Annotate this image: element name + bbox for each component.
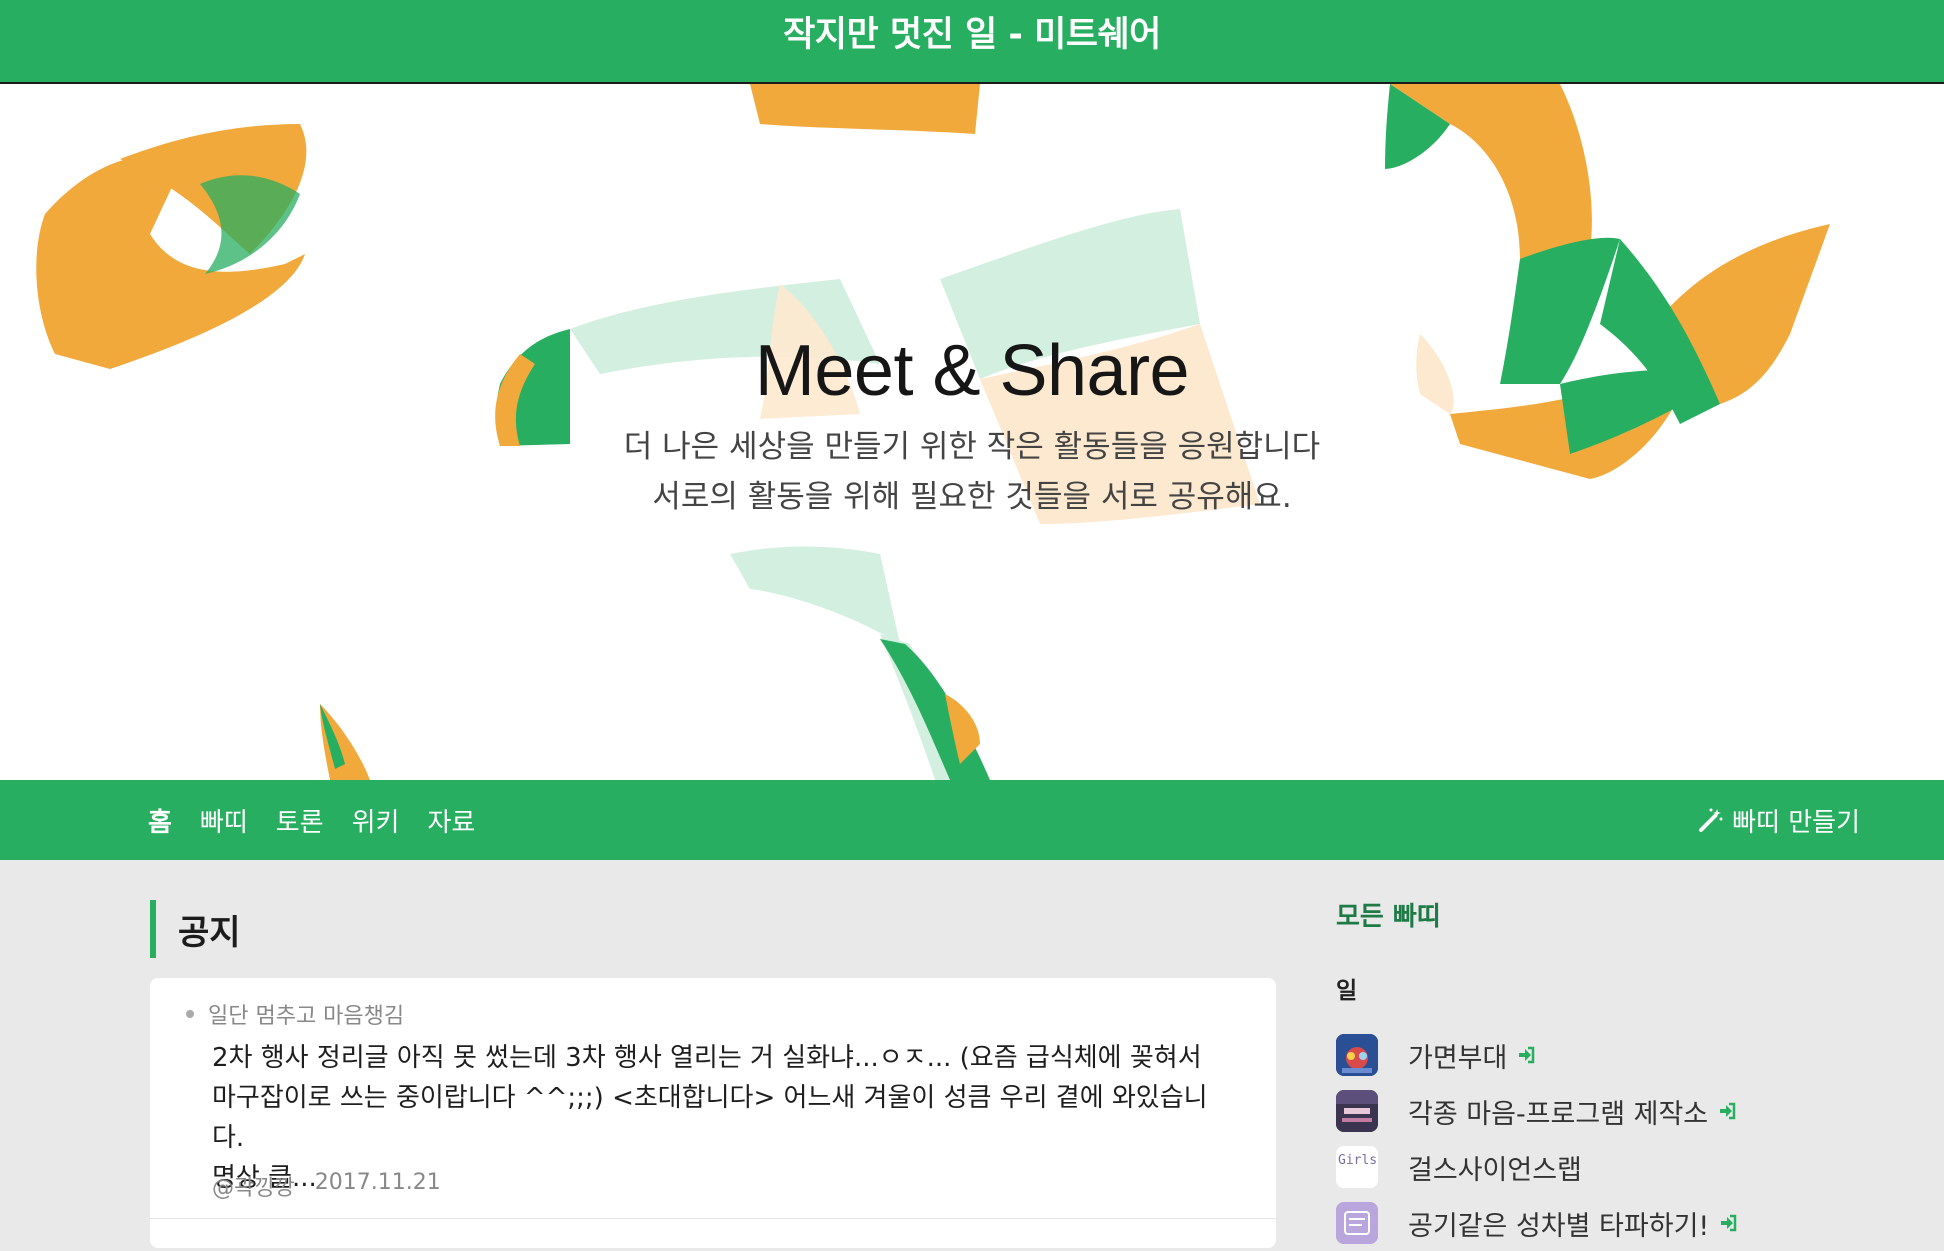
create-party-label: 빠띠 만들기 bbox=[1732, 807, 1860, 838]
hero-subtitle-line2: 서로의 활동을 위해 필요한 것들을 서로 공유해요. bbox=[652, 479, 1292, 515]
group-thumbnail bbox=[1336, 1090, 1378, 1132]
group-thumbnail: Girls' Lab bbox=[1336, 1146, 1378, 1188]
main-nav: 홈 빠띠 토론 위키 자료 빠띠 만들기 bbox=[0, 780, 1944, 860]
group-name: 걸스사이언스랩 bbox=[1408, 1154, 1582, 1186]
site-header: 작지만 멋진 일 - 미트쉐어 bbox=[0, 0, 1944, 84]
sidebar-title[interactable]: 모든 빠띠 bbox=[1336, 896, 1896, 933]
main-content: 공지 일단 멈추고 마음챙김 2차 행사 정리글 아직 못 썼는데 3차 행사 … bbox=[0, 860, 1944, 1248]
nav-item-discussion[interactable]: 토론 bbox=[276, 798, 324, 843]
magic-wand-icon bbox=[1698, 807, 1724, 833]
post-meta: @곽낑깡 2017.11.21 bbox=[212, 1170, 441, 1202]
hero-banner: Meet & Share 더 나은 세상을 만들기 위한 작은 활동들을 응원합… bbox=[0, 84, 1944, 780]
group-thumbnail bbox=[1336, 1034, 1378, 1076]
group-item[interactable]: 공기같은 성차별 타파하기! bbox=[1336, 1195, 1896, 1251]
group-item[interactable]: 각종 마음-프로그램 제작소 bbox=[1336, 1083, 1896, 1139]
sidebar: 모든 빠띠 일 가면부대 각종 마음-프로그램 제작소 Girls 걸스사이언스… bbox=[1336, 896, 1896, 1251]
hero-subtitle-line1: 더 나은 세상을 만들기 위한 작은 활동들을 응원합니다 bbox=[623, 429, 1321, 465]
sign-in-icon bbox=[1719, 1213, 1739, 1233]
notice-heading: 공지 bbox=[150, 900, 241, 958]
sign-in-icon bbox=[1718, 1101, 1738, 1121]
notice-card: 일단 멈추고 마음챙김 2차 행사 정리글 아직 못 썼는데 3차 행사 열리는… bbox=[150, 978, 1276, 1248]
nav-links: 홈 빠띠 토론 위키 자료 bbox=[148, 798, 475, 843]
post-author[interactable]: @곽낑깡 bbox=[212, 1170, 295, 1202]
post-tag-label: 일단 멈추고 마음챙김 bbox=[208, 1004, 405, 1029]
girls-lab-logo: Girls' Lab bbox=[1336, 1146, 1378, 1188]
group-name: 가면부대 bbox=[1408, 1042, 1508, 1074]
hero-subtitle: 더 나은 세상을 만들기 위한 작은 활동들을 응원합니다 서로의 활동을 위해… bbox=[0, 422, 1944, 522]
group-thumbnail bbox=[1336, 1202, 1378, 1244]
girls-lab-logo-text-1: Girls' Lab bbox=[1338, 1153, 1378, 1168]
post-tag[interactable]: 일단 멈추고 마음챙김 bbox=[186, 998, 404, 1030]
group-name: 각종 마음-프로그램 제작소 bbox=[1408, 1098, 1709, 1130]
bullet-icon bbox=[186, 1010, 194, 1018]
sign-in-icon bbox=[1517, 1045, 1537, 1065]
post-excerpt-line1: 2차 행사 정리글 아직 못 썼는데 3차 행사 열리는 거 실화냐...ㅇㅈ.… bbox=[212, 1043, 1202, 1073]
sidebar-category: 일 bbox=[1336, 978, 1358, 1004]
nav-item-party[interactable]: 빠띠 bbox=[200, 798, 248, 843]
nav-item-wiki[interactable]: 위키 bbox=[352, 798, 400, 843]
group-item[interactable]: Girls' Lab 걸스사이언스랩 bbox=[1336, 1139, 1896, 1195]
card-divider bbox=[150, 1218, 1276, 1219]
nav-item-resources[interactable]: 자료 bbox=[427, 798, 475, 843]
group-item[interactable]: 가면부대 bbox=[1336, 1027, 1896, 1083]
create-party-button[interactable]: 빠띠 만들기 bbox=[1698, 780, 1860, 860]
group-name: 공기같은 성차별 타파하기! bbox=[1408, 1210, 1710, 1242]
hero-text: Meet & Share 더 나은 세상을 만들기 위한 작은 활동들을 응원합… bbox=[0, 330, 1944, 522]
site-title[interactable]: 작지만 멋진 일 - 미트쉐어 bbox=[783, 6, 1161, 57]
nav-item-home[interactable]: 홈 bbox=[148, 798, 172, 843]
post-excerpt-line2: 마구잡이로 쓰는 중이랍니다 ^^;;;) <초대합니다> 어느새 겨울이 성큼… bbox=[212, 1083, 1208, 1153]
hero-title: Meet & Share bbox=[754, 331, 1190, 411]
group-list: 가면부대 각종 마음-프로그램 제작소 Girls 걸스사이언스랩 공기같은 성… bbox=[1336, 1027, 1896, 1251]
post-date: 2017.11.21 bbox=[314, 1170, 441, 1195]
